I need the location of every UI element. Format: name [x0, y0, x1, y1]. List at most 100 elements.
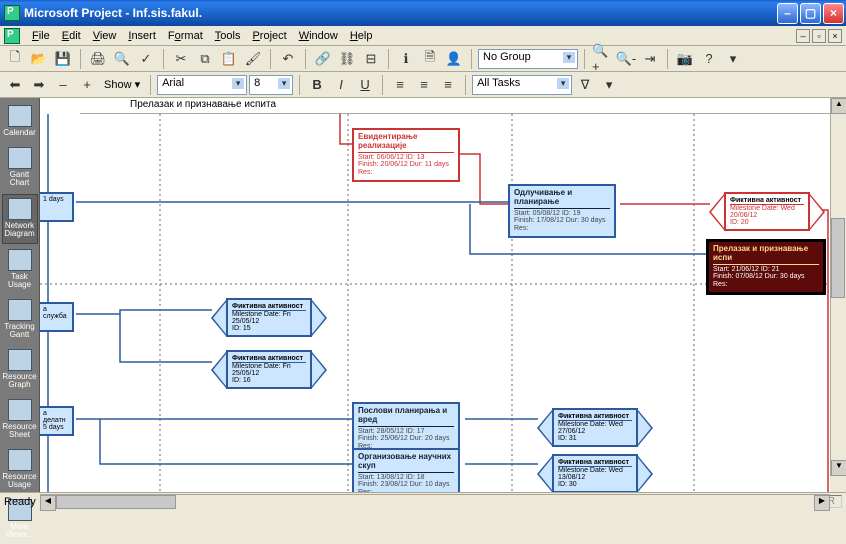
- body-area: Calendar Gantt Chart Network Diagram Tas…: [0, 98, 846, 492]
- assign-resources-button[interactable]: 👤: [443, 48, 465, 70]
- group-by-select[interactable]: No Group: [478, 49, 578, 69]
- menu-project[interactable]: Project: [246, 28, 292, 44]
- align-center-button[interactable]: ≡: [413, 74, 435, 96]
- scroll-down-button[interactable]: ▼: [831, 460, 846, 476]
- view-task-usage[interactable]: Task Usage: [2, 246, 38, 294]
- horizontal-scrollbar[interactable]: ◀ ▶: [40, 494, 830, 510]
- underline-button[interactable]: U: [354, 74, 376, 96]
- view-resource-usage[interactable]: Resource Usage: [2, 446, 38, 494]
- toolbar2-options-icon[interactable]: ▾: [598, 74, 620, 96]
- milestone-node-fiktivna-15[interactable]: Фиктивна активност Milestone Date: Fri 2…: [226, 298, 312, 337]
- align-left-button[interactable]: ≡: [389, 74, 411, 96]
- window-title: Microsoft Project - Inf.sis.fakul.: [24, 6, 777, 20]
- task-node-organizovanje-skupova[interactable]: Организовање научних скуп Start: 13/08/1…: [352, 448, 460, 492]
- unlink-tasks-button[interactable]: ⛓: [336, 48, 358, 70]
- milestone-node-fiktivna-16[interactable]: Фиктивна активност Milestone Date: Fri 2…: [226, 350, 312, 389]
- help-button[interactable]: ?: [698, 48, 720, 70]
- hide-subtasks-button[interactable]: –: [52, 74, 74, 96]
- new-button[interactable]: 🗋: [4, 48, 26, 70]
- print-button[interactable]: 🖨: [87, 48, 109, 70]
- zoom-out-button[interactable]: 🔍-: [615, 48, 637, 70]
- toolbar-options-icon[interactable]: ▾: [722, 48, 744, 70]
- copy-picture-button[interactable]: 📷: [674, 48, 696, 70]
- entry-bar[interactable]: Прелазак и признавање испита: [80, 98, 830, 114]
- scroll-left-button[interactable]: ◀: [40, 495, 56, 511]
- task-node-partial-3[interactable]: а делатн5 days: [40, 406, 74, 436]
- gantt-icon: [8, 147, 32, 169]
- resusage-icon: [8, 449, 32, 471]
- notes-button[interactable]: 🗎: [419, 48, 441, 70]
- font-size-select[interactable]: 8: [249, 75, 293, 95]
- spelling-button[interactable]: ✓: [135, 48, 157, 70]
- italic-button[interactable]: I: [330, 74, 352, 96]
- task-info-button[interactable]: ℹ: [395, 48, 417, 70]
- menu-file[interactable]: File: [26, 28, 56, 44]
- network-diagram-canvas[interactable]: Прелазак и признавање испита: [40, 98, 846, 492]
- indent-button[interactable]: ➡: [28, 74, 50, 96]
- view-resource-graph[interactable]: Resource Graph: [2, 346, 38, 394]
- outdent-button[interactable]: ⬅: [4, 74, 26, 96]
- cut-button[interactable]: ✂: [170, 48, 192, 70]
- save-button[interactable]: 💾: [52, 48, 74, 70]
- scroll-corner: [830, 476, 846, 492]
- scroll-v-track[interactable]: [831, 114, 846, 460]
- menu-format[interactable]: Format: [162, 28, 209, 44]
- view-tracking-gantt[interactable]: Tracking Gantt: [2, 296, 38, 344]
- menu-insert[interactable]: Insert: [122, 28, 162, 44]
- font-select[interactable]: Arial: [157, 75, 247, 95]
- open-button[interactable]: 📂: [28, 48, 50, 70]
- paste-button[interactable]: 📋: [218, 48, 240, 70]
- format-painter-button[interactable]: 🖌: [242, 48, 264, 70]
- view-calendar[interactable]: Calendar: [2, 102, 38, 142]
- task-node-odlucivanje[interactable]: Одлучивање и планирање Start: 05/08/12 I…: [508, 184, 616, 238]
- doc-minimize-button[interactable]: –: [796, 29, 810, 43]
- task-node-partial-2[interactable]: а служба: [40, 302, 74, 332]
- bold-button[interactable]: B: [306, 74, 328, 96]
- split-task-button[interactable]: ⊟: [360, 48, 382, 70]
- show-menu[interactable]: Show ▾: [100, 78, 144, 91]
- resgraph-icon: [8, 349, 32, 371]
- menu-edit[interactable]: Edit: [56, 28, 87, 44]
- copy-button[interactable]: ⧉: [194, 48, 216, 70]
- menu-tools[interactable]: Tools: [209, 28, 247, 44]
- doc-icon[interactable]: [4, 28, 20, 44]
- vertical-scrollbar[interactable]: ▲ ▼: [830, 98, 846, 476]
- view-network-diagram[interactable]: Network Diagram: [2, 194, 38, 244]
- standard-toolbar: 🗋 📂 💾 🖨 🔍 ✓ ✂ ⧉ 📋 🖌 ↶ 🔗 ⛓ ⊟ ℹ 🗎 👤 No Gro…: [0, 46, 846, 72]
- go-to-task-button[interactable]: ⇥: [639, 48, 661, 70]
- task-usage-icon: [8, 249, 32, 271]
- task-node-prelazak-selected[interactable]: Прелазак и признавање испи Start: 21/06/…: [706, 239, 826, 295]
- milestone-node-fiktivna-30[interactable]: Фиктивна активност Milestone Date: Wed 1…: [552, 454, 638, 492]
- scroll-up-button[interactable]: ▲: [831, 98, 846, 114]
- doc-restore-button[interactable]: ▫: [812, 29, 826, 43]
- menu-view[interactable]: View: [87, 28, 123, 44]
- link-tasks-button[interactable]: 🔗: [312, 48, 334, 70]
- filter-select[interactable]: All Tasks: [472, 75, 572, 95]
- menubar: File Edit View Insert Format Tools Proje…: [0, 26, 846, 46]
- scroll-h-thumb[interactable]: [56, 495, 176, 509]
- milestone-node-fiktivna-31[interactable]: Фиктивна активност Milestone Date: Wed 2…: [552, 408, 638, 447]
- show-subtasks-button[interactable]: +: [76, 74, 98, 96]
- milestone-node-fiktivna-20[interactable]: Фиктивна активност Milestone Date: Wed 2…: [724, 192, 810, 231]
- menu-window[interactable]: Window: [293, 28, 344, 44]
- minimize-button[interactable]: –: [777, 3, 798, 24]
- tracking-icon: [8, 299, 32, 321]
- align-right-button[interactable]: ≡: [437, 74, 459, 96]
- scroll-right-button[interactable]: ▶: [814, 495, 830, 511]
- scroll-v-thumb[interactable]: [831, 218, 845, 298]
- view-gantt-chart[interactable]: Gantt Chart: [2, 144, 38, 192]
- zoom-in-button[interactable]: 🔍+: [591, 48, 613, 70]
- maximize-button[interactable]: ▢: [800, 3, 821, 24]
- task-node-evidentiranje[interactable]: Евидентирање реализације Start: 06/06/12…: [352, 128, 460, 182]
- view-resource-sheet[interactable]: Resource Sheet: [2, 396, 38, 444]
- task-node-partial-1[interactable]: 1 days: [40, 192, 74, 222]
- doc-close-button[interactable]: ×: [828, 29, 842, 43]
- autofilter-button[interactable]: ∇: [574, 74, 596, 96]
- status-ready: Ready: [4, 496, 36, 508]
- undo-button[interactable]: ↶: [277, 48, 299, 70]
- close-button[interactable]: ×: [823, 3, 844, 24]
- menu-help[interactable]: Help: [344, 28, 379, 44]
- scroll-h-track[interactable]: [56, 495, 814, 510]
- print-preview-button[interactable]: 🔍: [111, 48, 133, 70]
- ressheet-icon: [8, 399, 32, 421]
